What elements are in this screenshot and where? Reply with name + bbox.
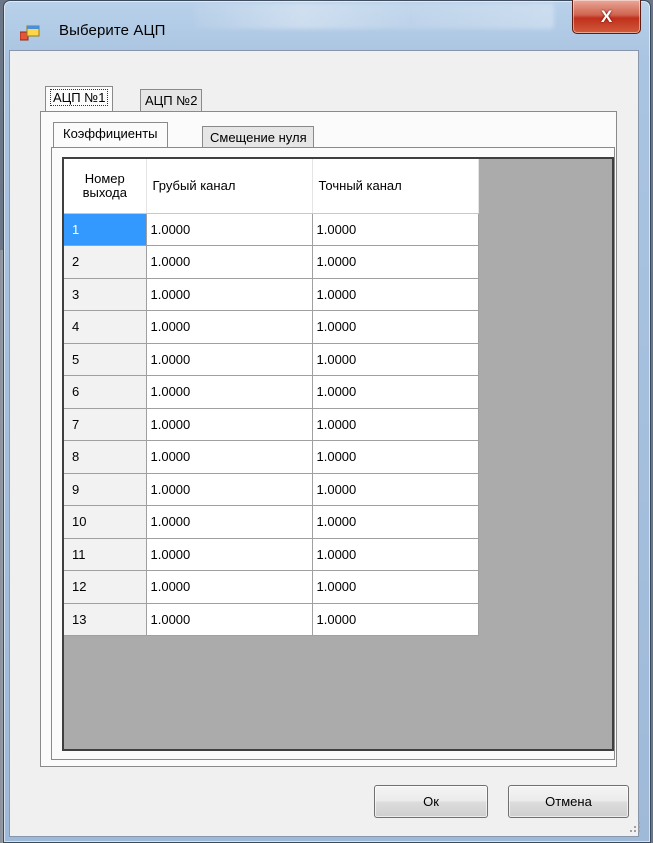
tab-coefficients[interactable]: Коэффициенты bbox=[53, 122, 168, 147]
close-button[interactable]: X bbox=[572, 0, 641, 34]
cell-coarse-channel[interactable]: 1.0000 bbox=[146, 278, 313, 311]
cell-coarse-channel[interactable]: 1.0000 bbox=[146, 245, 313, 279]
tab-adc-2-label: АЦП №2 bbox=[145, 93, 198, 108]
resize-grip-icon[interactable] bbox=[628, 820, 642, 834]
cell-fine-channel[interactable]: 1.0000 bbox=[312, 538, 479, 571]
cell-fine-channel[interactable]: 1.0000 bbox=[312, 570, 479, 604]
tab-zero-offset[interactable]: Смещение нуля bbox=[202, 126, 314, 148]
column-header-output-number-line1: Номер bbox=[84, 170, 125, 186]
table-row[interactable]: 10 1.0000 1.0000 bbox=[64, 505, 479, 539]
column-header-coarse-channel[interactable]: Грубый канал bbox=[146, 159, 313, 214]
tab-adc-2[interactable]: АЦП №2 bbox=[140, 89, 203, 111]
row-header-output-number[interactable]: 10 bbox=[64, 505, 147, 539]
row-header-output-number[interactable]: 8 bbox=[64, 440, 147, 474]
table-row[interactable]: 11 1.0000 1.0000 bbox=[64, 538, 479, 571]
row-header-output-number[interactable]: 1 bbox=[64, 213, 147, 246]
cell-coarse-channel[interactable]: 1.0000 bbox=[146, 440, 313, 474]
cell-fine-channel[interactable]: 1.0000 bbox=[312, 245, 479, 279]
row-header-output-number[interactable]: 7 bbox=[64, 408, 147, 441]
cell-coarse-channel[interactable]: 1.0000 bbox=[146, 505, 313, 539]
title-bar-background-blur bbox=[194, 3, 554, 29]
cell-coarse-channel[interactable]: 1.0000 bbox=[146, 213, 313, 246]
cell-fine-channel[interactable]: 1.0000 bbox=[312, 343, 479, 376]
cell-fine-channel[interactable]: 1.0000 bbox=[312, 278, 479, 311]
row-header-output-number[interactable]: 9 bbox=[64, 473, 147, 506]
cell-coarse-channel[interactable]: 1.0000 bbox=[146, 570, 313, 604]
cell-coarse-channel[interactable]: 1.0000 bbox=[146, 408, 313, 441]
table-row[interactable]: 1 1.0000 1.0000 bbox=[64, 213, 479, 246]
cell-fine-channel[interactable]: 1.0000 bbox=[312, 603, 479, 636]
table-row[interactable]: 5 1.0000 1.0000 bbox=[64, 343, 479, 376]
cell-fine-channel[interactable]: 1.0000 bbox=[312, 375, 479, 409]
cell-coarse-channel[interactable]: 1.0000 bbox=[146, 473, 313, 506]
cancel-button[interactable]: Отмена bbox=[508, 785, 629, 818]
table-row[interactable]: 3 1.0000 1.0000 bbox=[64, 278, 479, 311]
cell-fine-channel[interactable]: 1.0000 bbox=[312, 213, 479, 246]
table-row[interactable]: 4 1.0000 1.0000 bbox=[64, 310, 479, 344]
cell-fine-channel[interactable]: 1.0000 bbox=[312, 473, 479, 506]
cell-coarse-channel[interactable]: 1.0000 bbox=[146, 375, 313, 409]
table-row[interactable]: 8 1.0000 1.0000 bbox=[64, 440, 479, 474]
cell-fine-channel[interactable]: 1.0000 bbox=[312, 505, 479, 539]
column-header-output-number-line2: выхода bbox=[82, 184, 127, 200]
coefficients-table: Номер выхода Грубый канал Точный канал 1… bbox=[64, 159, 479, 636]
column-header-fine-channel[interactable]: Точный канал bbox=[312, 159, 479, 214]
table-row[interactable]: 12 1.0000 1.0000 bbox=[64, 570, 479, 604]
cell-coarse-channel[interactable]: 1.0000 bbox=[146, 603, 313, 636]
row-header-output-number[interactable]: 5 bbox=[64, 343, 147, 376]
row-header-output-number[interactable]: 3 bbox=[64, 278, 147, 311]
cell-fine-channel[interactable]: 1.0000 bbox=[312, 408, 479, 441]
coefficients-grid[interactable]: Номер выхода Грубый канал Точный канал 1… bbox=[62, 157, 614, 751]
tab-adc-1[interactable]: АЦП №1 bbox=[45, 86, 114, 111]
row-header-output-number[interactable]: 13 bbox=[64, 603, 147, 636]
cell-fine-channel[interactable]: 1.0000 bbox=[312, 310, 479, 344]
table-row[interactable]: 7 1.0000 1.0000 bbox=[64, 408, 479, 441]
ok-button[interactable]: Ок bbox=[374, 785, 488, 818]
cell-fine-channel[interactable]: 1.0000 bbox=[312, 440, 479, 474]
row-header-output-number[interactable]: 6 bbox=[64, 375, 147, 409]
row-header-output-number[interactable]: 2 bbox=[64, 245, 147, 279]
row-header-output-number[interactable]: 11 bbox=[64, 538, 147, 571]
tab-zero-offset-label: Смещение нуля bbox=[210, 130, 307, 145]
table-row[interactable]: 9 1.0000 1.0000 bbox=[64, 473, 479, 506]
tab-coefficients-label: Коэффициенты bbox=[63, 126, 158, 141]
close-icon: X bbox=[600, 6, 613, 26]
window-title: Выберите АЦП bbox=[59, 22, 166, 39]
row-header-output-number[interactable]: 12 bbox=[64, 570, 147, 604]
table-row[interactable]: 13 1.0000 1.0000 bbox=[64, 603, 479, 636]
grid-header-row: Номер выхода Грубый канал Точный канал bbox=[64, 159, 479, 214]
table-row[interactable]: 6 1.0000 1.0000 bbox=[64, 375, 479, 409]
cell-coarse-channel[interactable]: 1.0000 bbox=[146, 343, 313, 376]
tab-adc-1-label: АЦП №1 bbox=[50, 89, 109, 106]
row-header-output-number[interactable]: 4 bbox=[64, 310, 147, 344]
cell-coarse-channel[interactable]: 1.0000 bbox=[146, 310, 313, 344]
table-row[interactable]: 2 1.0000 1.0000 bbox=[64, 245, 479, 279]
cell-coarse-channel[interactable]: 1.0000 bbox=[146, 538, 313, 571]
app-icon bbox=[20, 25, 40, 41]
column-header-output-number[interactable]: Номер выхода bbox=[64, 159, 147, 214]
